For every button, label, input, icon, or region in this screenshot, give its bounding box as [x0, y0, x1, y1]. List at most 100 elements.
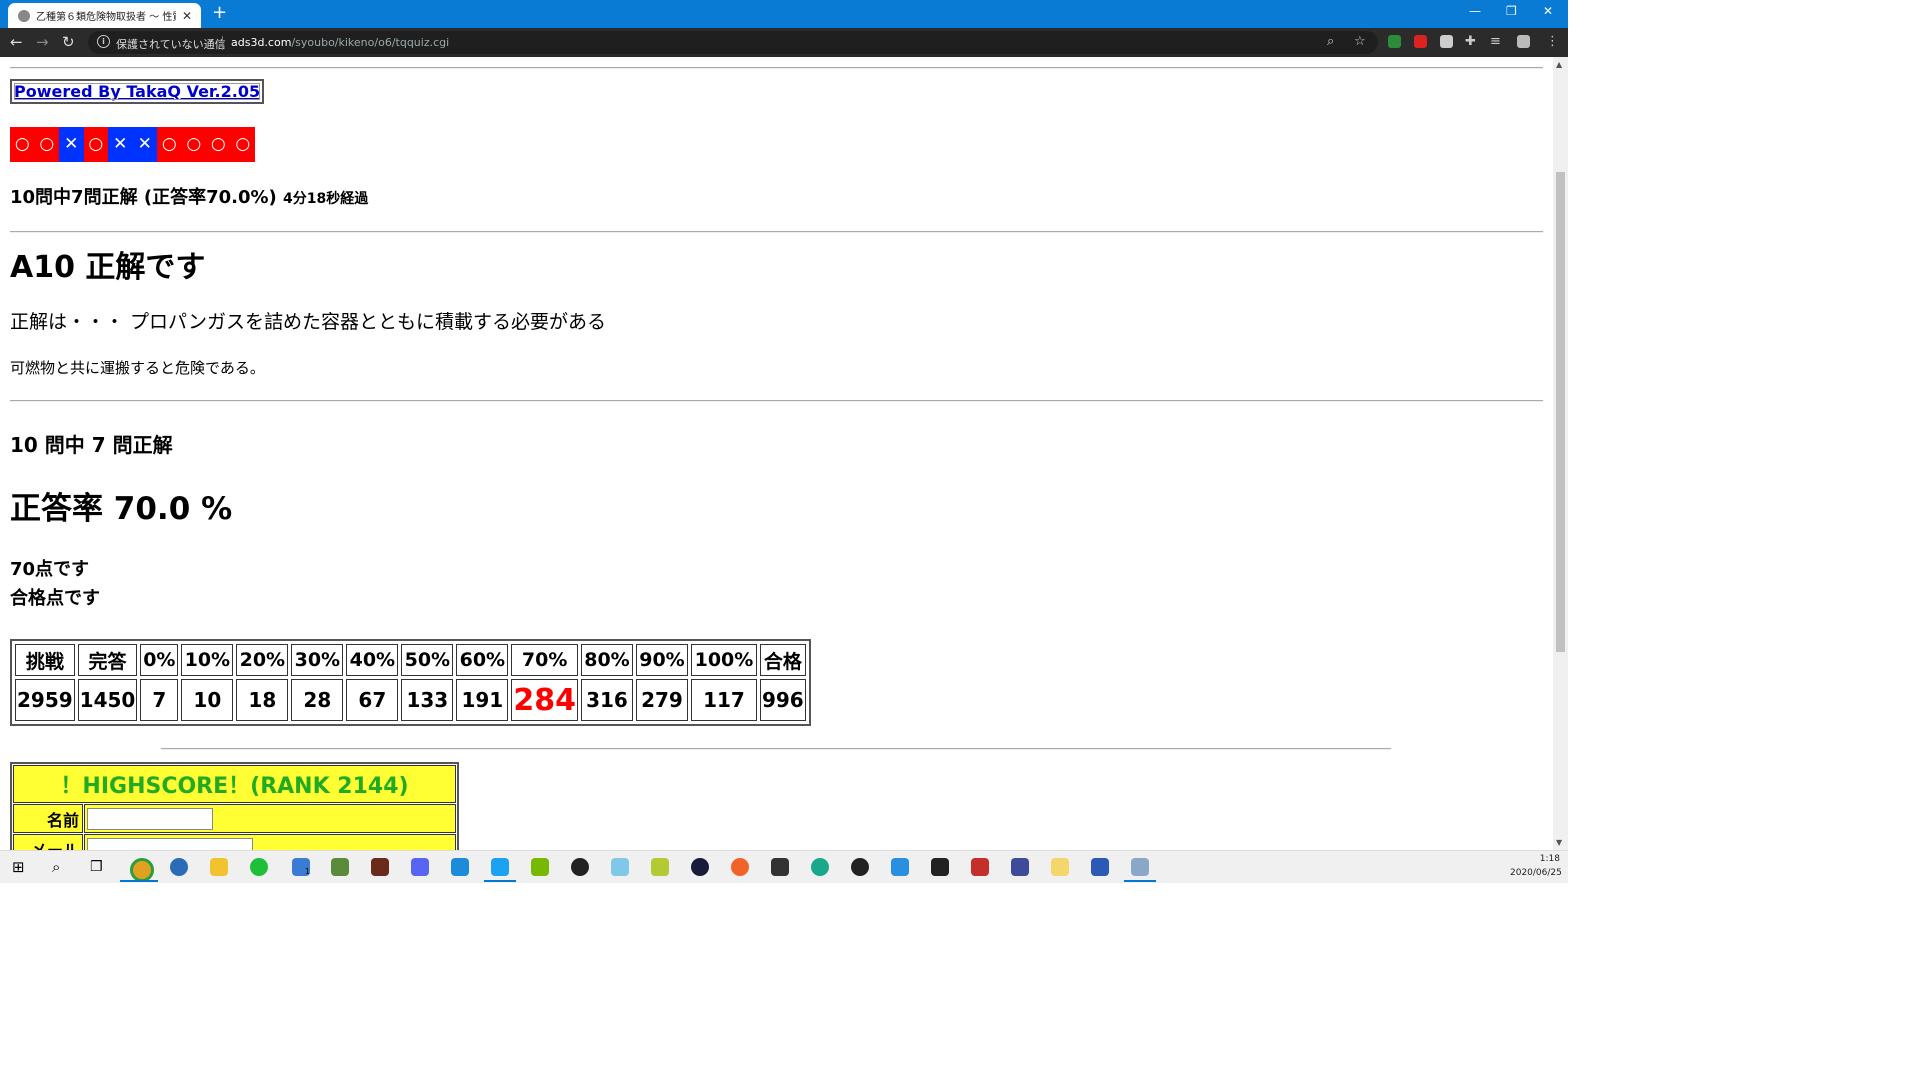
line-icon[interactable] — [250, 858, 268, 876]
task-view-icon[interactable]: ❒ — [90, 858, 108, 876]
stats-header: 70% — [511, 644, 578, 676]
app-icon[interactable] — [1051, 858, 1069, 876]
answer-mark: ○ — [10, 127, 35, 162]
stats-header: 20% — [236, 644, 289, 676]
github-desktop-icon[interactable] — [170, 858, 188, 876]
stats-value: 7 — [140, 679, 179, 721]
extension-red-icon[interactable] — [1414, 35, 1427, 48]
stats-header: 60% — [456, 644, 509, 676]
minecraft-icon[interactable] — [331, 858, 349, 876]
stats-header: 10% — [181, 644, 234, 676]
profile-icon[interactable] — [1517, 35, 1530, 48]
discord-icon[interactable] — [411, 858, 429, 876]
correct-rate: 正答率 70.0 % — [10, 491, 233, 527]
terminal-icon[interactable] — [771, 858, 789, 876]
close-window-button[interactable]: ✕ — [1543, 4, 1553, 18]
security-label[interactable]: 保護されていない通信 — [116, 36, 226, 52]
stats-header: 50% — [401, 644, 454, 676]
answer-mark: ○ — [157, 127, 182, 162]
reload-icon[interactable]: ↻ — [62, 33, 75, 51]
url-divider — [222, 36, 223, 50]
url-domain: ads3d.com — [231, 36, 292, 49]
menu-kebab-icon[interactable]: ⋮ — [1546, 35, 1559, 49]
active-indicator — [120, 880, 158, 882]
answer-mark: ○ — [34, 127, 59, 162]
back-arrow-icon[interactable]: ← — [10, 33, 23, 51]
browser-tab[interactable]: 乙種第６類危険物取扱者 〜 性質 ✕ — [8, 3, 201, 28]
answer-mark: ✕ — [59, 127, 84, 162]
media-icon[interactable]: ≡ — [1490, 35, 1501, 49]
tab-close-icon[interactable]: ✕ — [182, 9, 192, 23]
app-icon[interactable] — [811, 858, 829, 876]
stats-header: 30% — [291, 644, 344, 676]
page-favicon-icon — [18, 9, 30, 22]
chrome-icon[interactable] — [130, 858, 154, 882]
stats-value-row: 2959 1450 7 10 18 28 67 133 191 284 316 … — [15, 679, 806, 721]
summary-main: 10問中7問正解 (正答率70.0%) — [10, 187, 277, 208]
app-icon[interactable] — [611, 858, 629, 876]
stats-value: 133 — [401, 679, 454, 721]
epic-games-icon[interactable] — [931, 858, 949, 876]
url-text[interactable]: ads3d.com/syoubo/kikeno/o6/tqquiz.cgi — [231, 36, 449, 49]
taskbar: ⊞ ⌕ ❒ 1 — [0, 850, 1568, 883]
mail-input[interactable] — [87, 837, 253, 850]
stats-value: 28 — [291, 679, 344, 721]
zoom-icon[interactable]: ⌕ — [1327, 35, 1334, 49]
system-clock[interactable]: 1:18 2020/06/25 — [1510, 852, 1562, 880]
scroll-down-icon[interactable]: ▼ — [1556, 838, 1562, 847]
stats-value: 279 — [635, 679, 688, 721]
app-icon[interactable] — [1131, 858, 1149, 876]
scroll-up-icon[interactable]: ▲ — [1556, 60, 1562, 69]
stats-header: 完答 — [77, 644, 138, 676]
tab-title: 乙種第６類危険物取扱者 〜 性質 — [36, 12, 176, 23]
stats-value-highlight: 284 — [511, 679, 578, 721]
stats-header: 合格 — [759, 644, 806, 676]
app-icon[interactable] — [731, 858, 749, 876]
extension-shield-icon[interactable] — [1388, 35, 1401, 48]
elapsed-time: 4分18秒経過 — [283, 191, 369, 207]
restore-button[interactable]: ❐ — [1506, 4, 1517, 18]
question-count: 10 問中 7 問正解 — [10, 433, 173, 457]
bookmark-star-icon[interactable]: ☆ — [1354, 35, 1366, 49]
app-icon[interactable] — [1091, 858, 1109, 876]
title-bar: 乙種第６類危険物取扱者 〜 性質 ✕ + — ❐ ✕ — [0, 0, 1568, 28]
info-icon[interactable]: i — [97, 35, 110, 48]
extension-download-icon[interactable] — [1440, 35, 1453, 48]
extensions-puzzle-icon[interactable]: ✚ — [1465, 35, 1476, 49]
answer-mark: ○ — [83, 127, 108, 162]
app-icon[interactable] — [971, 858, 989, 876]
divider — [10, 400, 1543, 402]
windows-start-icon[interactable]: ⊞ — [12, 858, 30, 876]
divider — [10, 231, 1543, 233]
stats-value: 67 — [346, 679, 399, 721]
file-explorer-icon[interactable] — [210, 858, 228, 876]
vscode-icon[interactable] — [891, 858, 909, 876]
new-tab-button[interactable]: + — [212, 3, 227, 23]
search-icon[interactable]: ⌕ — [52, 858, 70, 876]
answer-mark: ✕ — [108, 127, 133, 162]
highscore-title: ！HIGHSCORE！(RANK 2144) — [13, 765, 456, 803]
stats-value: 18 — [236, 679, 289, 721]
app-icon[interactable] — [691, 858, 709, 876]
app-icon[interactable] — [651, 858, 669, 876]
forward-arrow-icon[interactable]: → — [36, 33, 49, 51]
name-label: 名前 — [13, 804, 83, 833]
nvidia-icon[interactable] — [531, 858, 549, 876]
points-block: 70点です 合格点です — [10, 555, 100, 613]
scrollbar-thumb[interactable] — [1556, 172, 1565, 652]
stats-header-row: 挑戦 完答 0% 10% 20% 30% 40% 50% 60% 70% 80%… — [15, 644, 806, 676]
app-icon[interactable] — [451, 858, 469, 876]
active-indicator — [484, 880, 516, 882]
app-icon[interactable] — [851, 858, 869, 876]
url-path: /syoubo/kikeno/o6/tqquiz.cgi — [291, 36, 450, 49]
answer-mark: ○ — [206, 127, 231, 162]
answer-marks: ○ ○ ✕ ○ ✕ ✕ ○ ○ ○ ○ — [10, 127, 255, 162]
name-input[interactable] — [87, 807, 213, 830]
game-icon[interactable] — [371, 858, 389, 876]
app-icon[interactable] — [1011, 858, 1029, 876]
twitter-icon[interactable] — [491, 858, 509, 876]
powered-by-link[interactable]: Powered By TakaQ Ver.2.05 — [14, 82, 260, 101]
app-icon[interactable] — [571, 858, 589, 876]
pass-text: 合格点です — [10, 588, 100, 609]
minimize-button[interactable]: — — [1469, 4, 1481, 18]
